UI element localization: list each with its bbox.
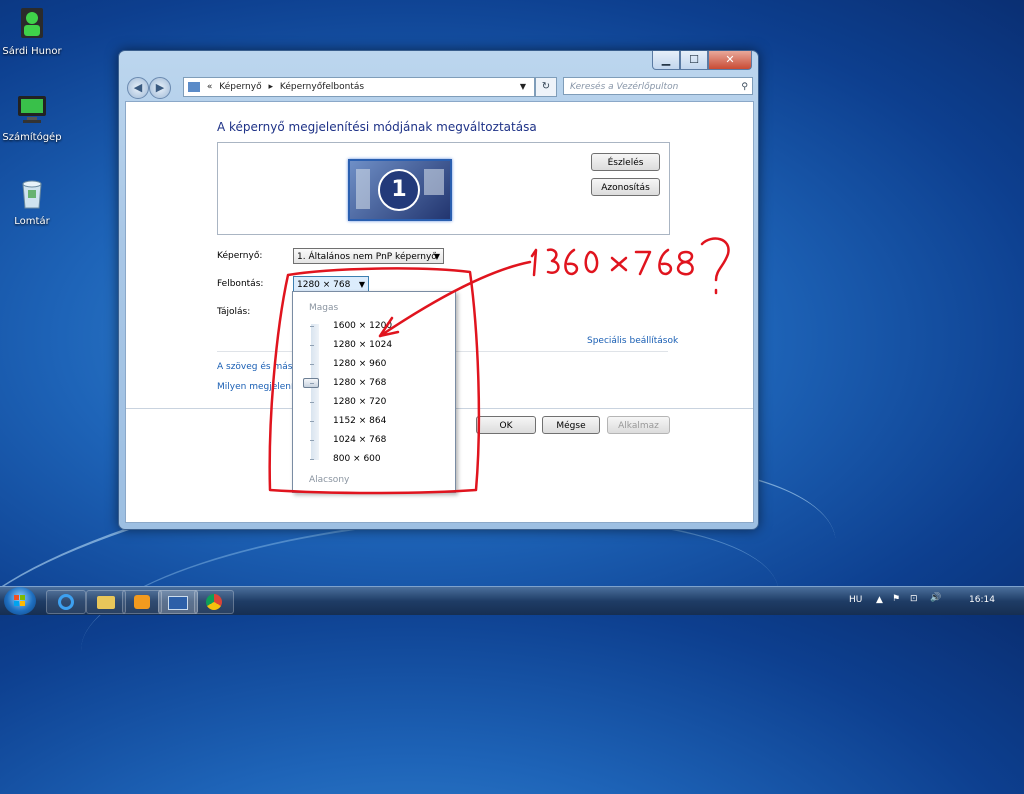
resolution-select[interactable]: 1280 × 768 ▼ — [293, 276, 369, 292]
taskbar-explorer[interactable] — [86, 590, 126, 614]
apply-button[interactable]: Alkalmaz — [607, 416, 670, 434]
resolution-option[interactable]: 1280 × 1024 — [333, 340, 392, 350]
computer-icon — [15, 92, 49, 126]
navigation-bar: ◀ ▶ « Képernyő ▸ Képernyőfelbontás ▼ ↻ K… — [125, 75, 753, 99]
minimize-button[interactable]: ▁ — [652, 51, 680, 70]
slider-tick — [310, 440, 314, 441]
language-indicator[interactable]: HU — [849, 595, 862, 605]
monitor-1-thumbnail[interactable]: 1 — [348, 159, 452, 221]
chevron-up-icon: ▲ — [876, 595, 883, 605]
arrow-right-icon: ▶ — [155, 81, 165, 94]
slider-tick — [310, 345, 314, 346]
recycle-bin-icon — [15, 176, 49, 210]
chevron-down-icon[interactable]: ▼ — [520, 78, 526, 96]
resolution-option[interactable]: 1024 × 768 — [333, 435, 386, 445]
media-player-icon — [134, 595, 150, 609]
detect-button[interactable]: Észlelés — [591, 153, 660, 171]
chrome-icon — [206, 594, 222, 610]
search-input[interactable]: Keresés a Vezérlőpulton ⚲ — [563, 77, 753, 95]
show-hidden-icons[interactable]: ▲ — [876, 595, 883, 605]
resolution-dropdown: Magas 1600 × 1200 1280 × 1024 1280 × 960… — [292, 291, 456, 493]
arrow-left-icon: ◀ — [133, 81, 143, 94]
resolution-label: Felbontás: — [217, 279, 264, 289]
slider-tick — [310, 326, 314, 327]
display-icon — [168, 596, 188, 610]
resolution-option[interactable]: 1280 × 768 — [333, 378, 386, 388]
ok-button[interactable]: OK — [476, 416, 536, 434]
refresh-icon: ↻ — [541, 81, 551, 92]
address-bar[interactable]: « Képernyő ▸ Képernyőfelbontás ▼ — [183, 77, 535, 97]
cancel-button[interactable]: Mégse — [542, 416, 600, 434]
resolution-option[interactable]: 1280 × 720 — [333, 397, 386, 407]
display-select-value: 1. Általános nem PnP képernyő — [297, 252, 437, 262]
page-title: A képernyő megjelenítési módjának megvál… — [217, 120, 537, 134]
slider-tick — [310, 364, 314, 365]
slider-tick — [310, 383, 314, 384]
maximize-button[interactable]: ☐ — [680, 51, 708, 70]
preview-window-left — [356, 169, 370, 209]
back-button[interactable]: ◀ — [127, 77, 149, 99]
advanced-settings-link[interactable]: Speciális beállítások — [587, 336, 678, 346]
slider-tick — [310, 421, 314, 422]
breadcrumb-prefix[interactable]: « — [207, 82, 213, 92]
close-button[interactable]: ✕ — [708, 51, 752, 70]
identify-button[interactable]: Azonosítás — [591, 178, 660, 196]
text-size-link[interactable]: A szöveg és más e — [217, 362, 301, 372]
high-caption: Magas — [309, 303, 339, 313]
taskbar-chrome[interactable] — [194, 590, 234, 614]
breadcrumb-item-resolution[interactable]: Képernyőfelbontás — [280, 82, 364, 92]
resolution-option[interactable]: 1600 × 1200 — [333, 321, 392, 331]
clock[interactable]: 16:14 — [969, 595, 995, 605]
low-caption: Alacsony — [309, 475, 350, 485]
slider-tick — [310, 459, 314, 460]
desktop-icon-recycle-bin[interactable]: Lomtár — [0, 176, 64, 227]
user-folder-icon — [15, 6, 49, 40]
taskbar-control-panel[interactable] — [158, 590, 198, 614]
desktop-icon-label: Sárdi Hunor — [2, 46, 62, 57]
action-center-icon[interactable]: ⚑ — [892, 594, 900, 604]
folder-icon — [97, 596, 115, 609]
refresh-button[interactable]: ↻ — [535, 77, 557, 97]
taskbar-internet-explorer[interactable] — [46, 590, 86, 614]
monitor-preview-area: 1 Észlelés Azonosítás — [217, 142, 670, 235]
search-placeholder: Keresés a Vezérlőpulton — [570, 82, 679, 92]
resolution-option[interactable]: 1152 × 864 — [333, 416, 386, 426]
taskbar: HU ▲ ⚑ ⊡ 🔊 16:14 — [0, 586, 1024, 615]
chevron-down-icon: ▼ — [433, 252, 440, 261]
resolution-select-value: 1280 × 768 — [297, 280, 351, 290]
start-button[interactable] — [4, 587, 36, 615]
window-controls: ▁ ☐ ✕ — [652, 51, 752, 70]
volume-icon[interactable]: 🔊 — [930, 593, 941, 603]
desktop-icon-computer[interactable]: Számítógép — [0, 92, 64, 143]
desktop-icon-user-folder[interactable]: Sárdi Hunor — [0, 6, 64, 57]
preview-window-right — [424, 169, 444, 195]
taskbar-media-player[interactable] — [122, 590, 162, 614]
orientation-label: Tájolás: — [217, 307, 251, 317]
resolution-option[interactable]: 1280 × 960 — [333, 359, 386, 369]
windows-logo-icon — [14, 595, 25, 606]
breadcrumb-item-display[interactable]: Képernyő — [219, 82, 261, 92]
breadcrumb-separator[interactable]: ▸ — [268, 82, 273, 92]
search-icon[interactable]: ⚲ — [741, 78, 748, 96]
resolution-option[interactable]: 800 × 600 — [333, 454, 381, 464]
internet-explorer-icon — [58, 594, 74, 610]
slider-tick — [310, 402, 314, 403]
network-icon[interactable]: ⊡ — [910, 594, 918, 604]
desktop-icon-label: Lomtár — [14, 216, 50, 227]
control-panel-icon — [188, 81, 200, 92]
display-settings-help-link[interactable]: Milyen megjelenít — [217, 382, 297, 392]
display-select[interactable]: 1. Általános nem PnP képernyő ▼ — [293, 248, 444, 264]
monitor-number: 1 — [378, 169, 420, 211]
desktop-icon-label: Számítógép — [2, 132, 62, 143]
forward-button[interactable]: ▶ — [149, 77, 171, 99]
display-label: Képernyő: — [217, 251, 263, 261]
